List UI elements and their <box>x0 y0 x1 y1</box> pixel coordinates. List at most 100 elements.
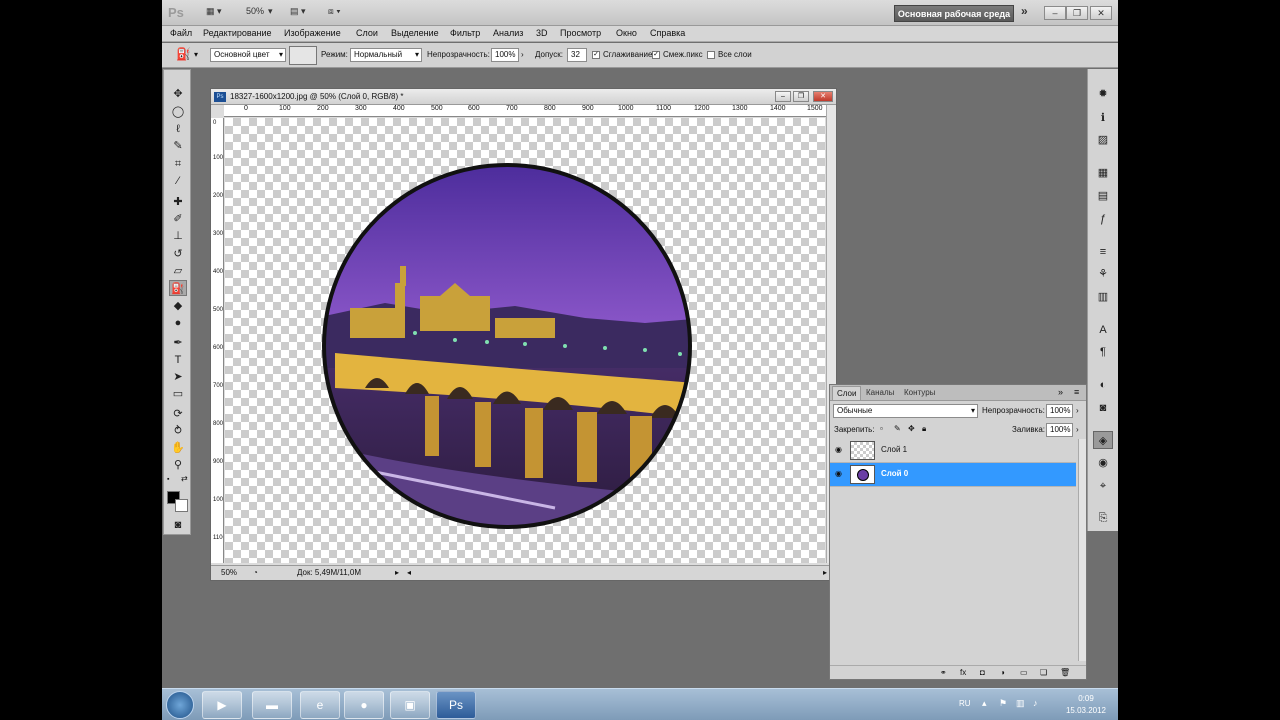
layers-scrollbar[interactable] <box>1078 439 1086 661</box>
quick-selection-tool-icon[interactable]: ✎ <box>169 138 187 154</box>
zoom-dropdown-icon[interactable]: ▾ <box>268 6 273 20</box>
document-restore-button[interactable]: ❐ <box>793 91 809 102</box>
layer-blend-mode-select[interactable]: Обычные ▾ <box>833 404 978 418</box>
remote-app-icon[interactable]: ▣ <box>390 691 430 719</box>
minimize-button[interactable]: – <box>1044 6 1066 20</box>
opacity-input[interactable]: 100% <box>491 48 519 62</box>
info-icon[interactable]: ℹ <box>1093 109 1113 127</box>
marquee-tool-icon[interactable]: ◯ <box>169 104 187 120</box>
menu-file[interactable]: Файл <box>170 28 192 38</box>
blur-tool-icon[interactable]: ◆ <box>169 298 187 314</box>
menu-edit[interactable]: Редактирование <box>203 28 272 38</box>
visibility-eye-icon[interactable]: ◉ <box>835 446 845 454</box>
menu-window[interactable]: Окно <box>616 28 637 38</box>
close-button[interactable]: ✕ <box>1090 6 1112 20</box>
menu-filter[interactable]: Фильтр <box>450 28 480 38</box>
paths-icon[interactable]: ⌖ <box>1093 477 1113 495</box>
opacity-stepper-icon[interactable]: › <box>521 49 524 61</box>
fill-stepper-icon[interactable]: › <box>1076 424 1079 436</box>
rectangle-tool-icon[interactable]: ▭ <box>169 386 187 402</box>
swatches-icon[interactable]: ▦ <box>1093 164 1113 182</box>
swap-colors-icon[interactable]: ⇄ <box>181 475 189 483</box>
character-icon[interactable]: A <box>1093 321 1113 339</box>
lock-all-icon[interactable]: 🔒︎ <box>922 423 926 435</box>
link-layers-icon[interactable]: ⚭ <box>940 667 947 679</box>
pattern-swatch[interactable] <box>289 46 317 65</box>
visibility-eye-icon[interactable]: ◉ <box>835 470 845 478</box>
move-tool-icon[interactable]: ✥ <box>169 86 187 102</box>
media-player-icon[interactable]: ▶ <box>202 691 242 719</box>
hand-tool-icon[interactable]: ✋ <box>169 440 187 456</box>
lock-transparent-icon[interactable]: ▫ <box>880 423 883 435</box>
all-layers-checkbox[interactable] <box>707 51 715 59</box>
paragraph-icon[interactable]: ¶ <box>1093 343 1113 361</box>
menu-3d[interactable]: 3D <box>536 28 548 38</box>
adjustments-icon[interactable]: ◐ <box>1093 376 1113 394</box>
paint-bucket-tool-icon[interactable]: ⛽ <box>169 280 187 296</box>
dodge-tool-icon[interactable]: ● <box>169 315 187 331</box>
default-colors-icon[interactable]: ▪ <box>167 476 175 484</box>
delete-layer-icon[interactable]: 🗑︎ <box>1060 667 1070 679</box>
action-center-icon[interactable]: ⚑ <box>999 698 1007 709</box>
new-group-icon[interactable]: ▭ <box>1020 667 1028 679</box>
zoom-tool-icon[interactable]: ⚲ <box>169 457 187 473</box>
quick-mask-icon[interactable]: ◙ <box>169 517 187 533</box>
photoshop-taskbar-icon[interactable]: Ps <box>436 691 476 719</box>
document-title-bar[interactable]: Ps 18327-1600x1200.jpg @ 50% (Слой 0, RG… <box>211 89 836 105</box>
path-selection-tool-icon[interactable]: ➤ <box>169 369 187 385</box>
arrange-documents-icon[interactable]: ▤ ▾ <box>290 6 306 20</box>
fill-source-select[interactable]: Основной цвет ▾ <box>210 48 286 62</box>
launch-bridge-icon[interactable]: ▦ ▾ <box>206 6 222 20</box>
background-color-swatch[interactable] <box>175 499 188 512</box>
tool-presets-icon[interactable]: ▥ <box>1093 288 1113 306</box>
adjustment-layer-icon[interactable]: ◑ <box>1000 667 1005 679</box>
scroll-left-icon[interactable]: ◂ <box>407 566 411 580</box>
panel-menu-icon[interactable]: ≡ <box>1074 387 1079 397</box>
network-icon[interactable]: ▥ <box>1016 698 1025 709</box>
clone-stamp-tool-icon[interactable]: ⊥ <box>169 228 187 244</box>
document-close-button[interactable]: ✕ <box>813 91 833 102</box>
layer-row-1[interactable]: ◉ Слой 1 <box>830 439 1076 463</box>
tab-paths[interactable]: Контуры <box>900 386 939 400</box>
fx-icon[interactable]: ƒ <box>1093 210 1113 228</box>
history-brush-tool-icon[interactable]: ↺ <box>169 246 187 262</box>
masks-icon[interactable]: ◙ <box>1093 399 1113 417</box>
fill-input[interactable]: 100% <box>1046 423 1073 437</box>
document-canvas[interactable] <box>225 118 825 563</box>
zoom-field[interactable]: 50% <box>221 566 237 580</box>
more-workspaces-icon[interactable]: » <box>1021 4 1028 18</box>
menu-help[interactable]: Справка <box>650 28 685 38</box>
eraser-tool-icon[interactable]: ▱ <box>169 263 187 279</box>
lasso-tool-icon[interactable]: ℓ <box>169 121 187 137</box>
language-indicator[interactable]: RU <box>959 699 971 708</box>
tab-layers[interactable]: Слои <box>832 386 862 400</box>
crop-tool-icon[interactable]: ⌗ <box>169 156 187 172</box>
tool-preset-dropdown-icon[interactable]: ▾ <box>194 49 198 61</box>
volume-icon[interactable]: ♪ <box>1033 698 1038 708</box>
paint-bucket-tool-icon[interactable]: ⛽ <box>176 48 191 60</box>
scroll-right-icon[interactable]: ▸ <box>823 566 827 580</box>
tolerance-input[interactable]: 32 <box>567 48 587 62</box>
document-minimize-button[interactable]: – <box>775 91 791 102</box>
menu-layer[interactable]: Слои <box>356 28 378 38</box>
menu-analysis[interactable]: Анализ <box>493 28 523 38</box>
menu-select[interactable]: Выделение <box>391 28 439 38</box>
channels-icon[interactable]: ◉ <box>1093 454 1113 472</box>
histogram-icon[interactable]: ▨ <box>1093 131 1113 149</box>
blend-mode-select[interactable]: Нормальный ▾ <box>350 48 422 62</box>
navigator-icon[interactable]: ✹ <box>1093 85 1113 103</box>
screen-mode-icon[interactable]: ⧈ ▾ <box>328 6 341 20</box>
antialias-checkbox[interactable]: ✓ <box>592 51 600 59</box>
3d-rotate-tool-icon[interactable]: ⟳ <box>169 406 187 422</box>
tab-channels[interactable]: Каналы <box>862 386 898 400</box>
lock-image-icon[interactable]: ✎ <box>894 423 901 435</box>
hp-app-icon[interactable]: ● <box>344 691 384 719</box>
eyedropper-tool-icon[interactable]: ⁄ <box>169 173 187 189</box>
brush-tool-icon[interactable]: ✐ <box>169 211 187 227</box>
styles-icon[interactable]: ▤ <box>1093 187 1113 205</box>
history-icon[interactable]: ⎘ <box>1093 509 1113 527</box>
healing-brush-tool-icon[interactable]: ✚ <box>169 194 187 210</box>
menu-image[interactable]: Изображение <box>284 28 341 38</box>
add-mask-icon[interactable]: ◘ <box>980 667 985 679</box>
brushes-icon[interactable]: ≡ <box>1093 243 1113 261</box>
